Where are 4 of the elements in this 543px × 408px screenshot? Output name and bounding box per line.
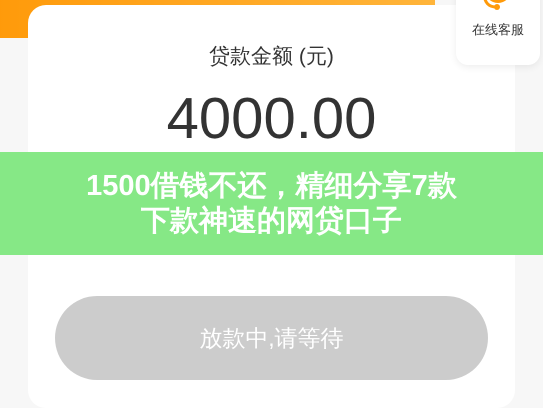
loan-amount-label: 贷款金额 (元) xyxy=(208,44,335,70)
banner-title: 1500借钱不还，精细分享7款下款神速的网贷口子 xyxy=(85,168,458,238)
loan-amount: 4000.00 xyxy=(166,86,378,150)
customer-service-button[interactable]: 在线客服 xyxy=(456,0,540,65)
